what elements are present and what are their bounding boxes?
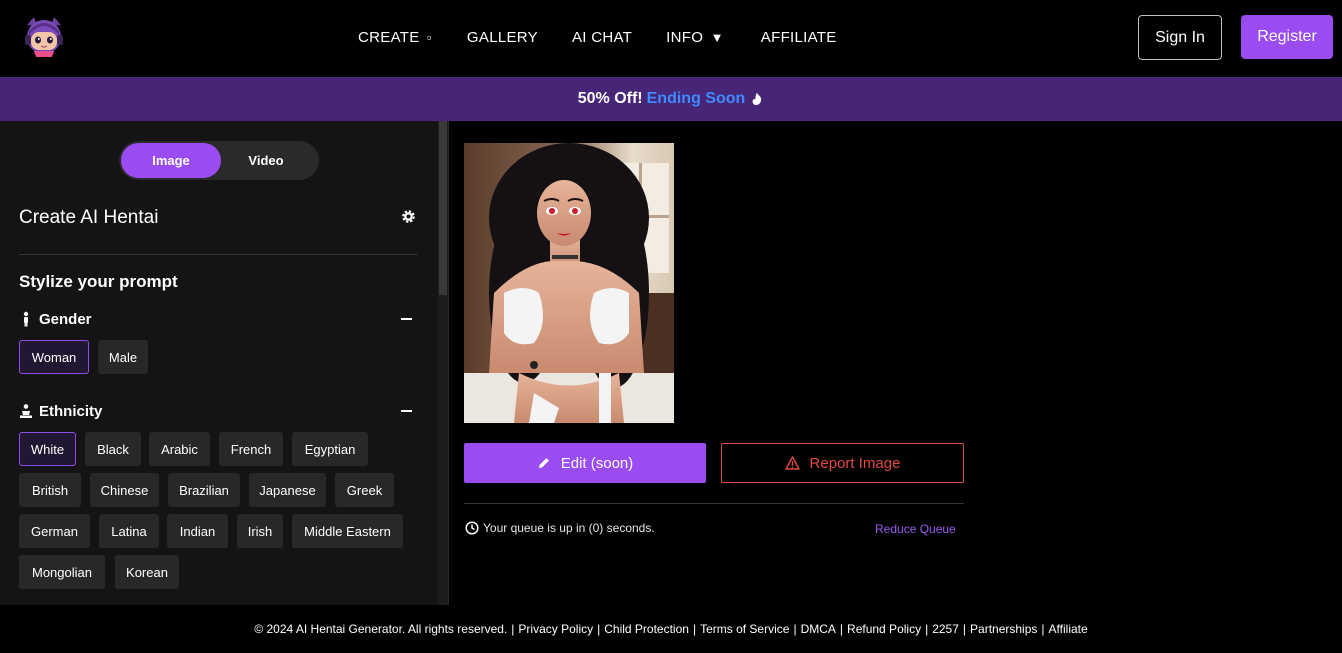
chip-black[interactable]: Black xyxy=(85,432,141,466)
report-image-button[interactable]: Report Image xyxy=(721,443,964,483)
footer-2257[interactable]: 2257 xyxy=(932,622,959,636)
chip-french[interactable]: French xyxy=(219,432,283,466)
minus-icon[interactable] xyxy=(401,410,412,412)
footer-separator: | xyxy=(511,622,515,636)
main-divider xyxy=(464,503,964,504)
report-label: Report Image xyxy=(809,454,901,472)
chip-middle-eastern[interactable]: Middle Eastern xyxy=(292,514,403,548)
sidebar-scrollbar-thumb[interactable] xyxy=(439,121,447,295)
reduce-queue-link[interactable]: Reduce Queue xyxy=(875,522,956,536)
caret-icon: ▫ xyxy=(427,29,432,45)
chip-woman[interactable]: Woman xyxy=(19,340,89,374)
footer-refund-policy[interactable]: Refund Policy xyxy=(847,622,921,636)
chip-white[interactable]: White xyxy=(19,432,76,466)
footer-child-protection[interactable]: Child Protection xyxy=(604,622,689,636)
pencil-icon xyxy=(538,456,550,468)
sidebar-divider xyxy=(19,254,418,255)
person-icon xyxy=(23,311,29,327)
chip-egyptian[interactable]: Egyptian xyxy=(292,432,368,466)
chip-german[interactable]: German xyxy=(19,514,90,548)
gender-label: Gender xyxy=(39,310,92,328)
fire-icon xyxy=(752,93,762,105)
tab-video[interactable]: Video xyxy=(219,143,313,178)
panel-divider xyxy=(448,121,449,605)
footer-separator: | xyxy=(793,622,797,636)
footer-separator: | xyxy=(925,622,929,636)
chip-british[interactable]: British xyxy=(19,473,81,507)
nav-create-label: CREATE xyxy=(358,28,420,46)
top-navbar: CREATE ▫ GALLERY AI CHAT INFO ▼ AFFILIAT… xyxy=(0,0,1342,77)
nav-info[interactable]: INFO ▼ xyxy=(666,29,724,46)
ethnicity-section-header[interactable]: Ethnicity xyxy=(19,401,418,421)
chip-male[interactable]: Male xyxy=(98,340,148,374)
generated-image[interactable] xyxy=(464,143,674,423)
main-nav: CREATE ▫ GALLERY AI CHAT INFO ▼ AFFILIAT… xyxy=(358,27,837,47)
footer-copyright: © 2024 AI Hentai Generator. All rights r… xyxy=(254,622,508,636)
nav-affiliate[interactable]: AFFILIATE xyxy=(761,29,837,46)
footer-terms-of-service[interactable]: Terms of Service xyxy=(700,622,789,636)
nav-info-label: INFO xyxy=(666,28,704,46)
footer-separator: | xyxy=(597,622,601,636)
logo-mascot-icon[interactable] xyxy=(22,15,66,59)
nav-create[interactable]: CREATE ▫ xyxy=(358,29,432,46)
sidebar-scrollbar[interactable] xyxy=(438,121,448,605)
create-sidebar: Image Video Create AI Hentai Stylize you… xyxy=(0,121,438,605)
clock-icon xyxy=(465,521,479,535)
footer-dmca[interactable]: DMCA xyxy=(801,622,836,636)
sidebar-title: Create AI Hentai xyxy=(19,207,159,228)
chip-japanese[interactable]: Japanese xyxy=(249,473,326,507)
chip-indian[interactable]: Indian xyxy=(167,514,228,548)
promo-banner[interactable]: 50% Off! Ending Soon xyxy=(0,77,1342,121)
footer-partnerships[interactable]: Partnerships xyxy=(970,622,1037,636)
sign-in-button[interactable]: Sign In xyxy=(1138,15,1222,60)
chip-arabic[interactable]: Arabic xyxy=(149,432,210,466)
ethnicity-icon xyxy=(20,404,32,418)
nav-ai-chat[interactable]: AI CHAT xyxy=(572,29,632,46)
chip-korean[interactable]: Korean xyxy=(115,555,179,589)
promo-ending-text: Ending Soon xyxy=(646,90,746,107)
footer-affiliate[interactable]: Affiliate xyxy=(1049,622,1088,636)
ethnicity-label: Ethnicity xyxy=(39,402,103,420)
gender-section-header[interactable]: Gender xyxy=(19,309,418,329)
footer-separator: | xyxy=(962,622,967,636)
footer-privacy-policy[interactable]: Privacy Policy xyxy=(518,622,593,636)
tab-image[interactable]: Image xyxy=(121,143,221,178)
minus-icon[interactable] xyxy=(401,318,412,320)
chip-greek[interactable]: Greek xyxy=(335,473,394,507)
chip-irish[interactable]: Irish xyxy=(237,514,283,548)
queue-status: Your queue is up in (0) seconds. xyxy=(465,521,655,535)
promo-text: 50% Off! xyxy=(577,90,643,107)
chip-mongolian[interactable]: Mongolian xyxy=(19,555,105,589)
media-type-toggle: Image Video xyxy=(119,141,319,180)
edit-label: Edit (soon) xyxy=(560,454,634,472)
nav-gallery[interactable]: GALLERY xyxy=(467,29,538,46)
footer: © 2024 AI Hentai Generator. All rights r… xyxy=(0,605,1342,653)
stylize-heading: Stylize your prompt xyxy=(19,272,178,291)
register-button[interactable]: Register xyxy=(1241,15,1333,59)
chevron-down-icon: ▼ xyxy=(710,29,724,45)
queue-text: Your queue is up in (0) seconds. xyxy=(483,521,655,535)
edit-button[interactable]: Edit (soon) xyxy=(464,443,706,483)
gear-icon[interactable] xyxy=(400,208,417,225)
footer-separator: | xyxy=(839,622,844,636)
chip-latina[interactable]: Latina xyxy=(99,514,159,548)
footer-separator: | xyxy=(692,622,697,636)
chip-chinese[interactable]: Chinese xyxy=(90,473,159,507)
warning-icon xyxy=(784,456,800,470)
chip-brazilian[interactable]: Brazilian xyxy=(168,473,240,507)
footer-separator: | xyxy=(1041,622,1045,636)
